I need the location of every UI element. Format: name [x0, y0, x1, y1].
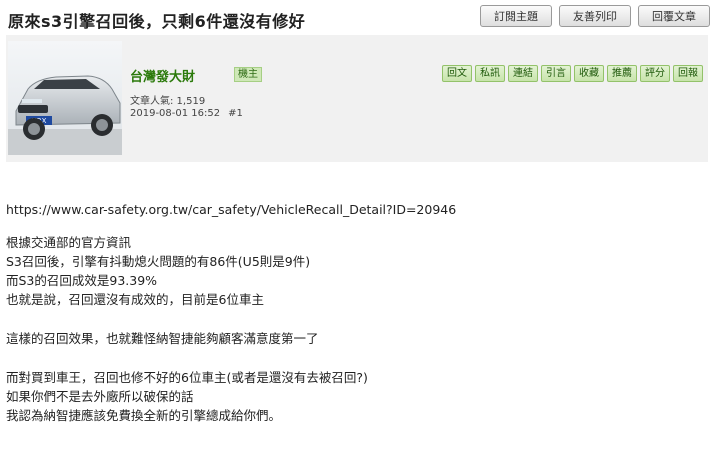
- content-line: 而S3的召回成效是93.39%: [6, 273, 158, 288]
- username-link[interactable]: 台灣發大財: [130, 66, 195, 85]
- content-line: 也就是說，召回還沒有成效的，目前是6位車主: [6, 292, 264, 307]
- content-line: 而對買到車王，召回也修不好的6位車主(或者是還沒有去被召回?): [6, 370, 368, 385]
- content-line: 根據交通部的官方資訊: [6, 235, 132, 250]
- content-line: S3召回後，引擎有抖動熄火問題的有86件(U5則是9件): [6, 254, 311, 269]
- top-toolbar: 訂閱主題 友善列印 回覆文章: [480, 5, 710, 27]
- rank-badge: 機主: [234, 67, 262, 82]
- content-line: 我認為納智捷應該免費換全新的引擎總成給你們。: [6, 408, 282, 423]
- private-message-button[interactable]: 私訊: [475, 65, 505, 82]
- print-button[interactable]: 友善列印: [559, 5, 631, 27]
- report-button[interactable]: 回報: [673, 65, 703, 82]
- timestamp-text: 2019-08-01 16:52: [130, 108, 221, 119]
- content-line: 如果你們不是去外廠所以破保的話: [6, 389, 194, 404]
- reply-post-button[interactable]: 回文: [442, 65, 472, 82]
- content-line: 這樣的召回效果，也就難怪納智捷能夠顧客滿意度第一了: [6, 331, 319, 346]
- car-avatar-image: URX: [8, 41, 122, 155]
- post-header: URX 台灣發大財 機主 文章人氣: 1,519 2019-08-01 16:5…: [6, 35, 708, 162]
- post-content: https://www.car-safety.org.tw/car_safety…: [6, 200, 706, 425]
- post-actions: 回文 私訊 連結 引言 收藏 推薦 評分 回報: [442, 65, 703, 82]
- link-button[interactable]: 連結: [508, 65, 538, 82]
- recommend-button[interactable]: 推薦: [607, 65, 637, 82]
- title-bar: 原來s3引擎召回後，只剩6件還沒有修好 訂閱主題 友善列印 回覆文章: [0, 0, 720, 34]
- rate-button[interactable]: 評分: [640, 65, 670, 82]
- reply-button[interactable]: 回覆文章: [638, 5, 710, 27]
- quote-button[interactable]: 引言: [541, 65, 571, 82]
- subscribe-button[interactable]: 訂閱主題: [480, 5, 552, 27]
- thread-title: 原來s3引擎召回後，只剩6件還沒有修好: [8, 12, 306, 31]
- avatar[interactable]: URX: [8, 41, 122, 155]
- favorite-button[interactable]: 收藏: [574, 65, 604, 82]
- post-timestamp: 2019-08-01 16:52 #1: [130, 108, 243, 119]
- recall-url-link[interactable]: https://www.car-safety.org.tw/car_safety…: [6, 200, 706, 219]
- floor-number[interactable]: #1: [228, 108, 243, 119]
- popularity-count: 文章人氣: 1,519: [130, 96, 206, 107]
